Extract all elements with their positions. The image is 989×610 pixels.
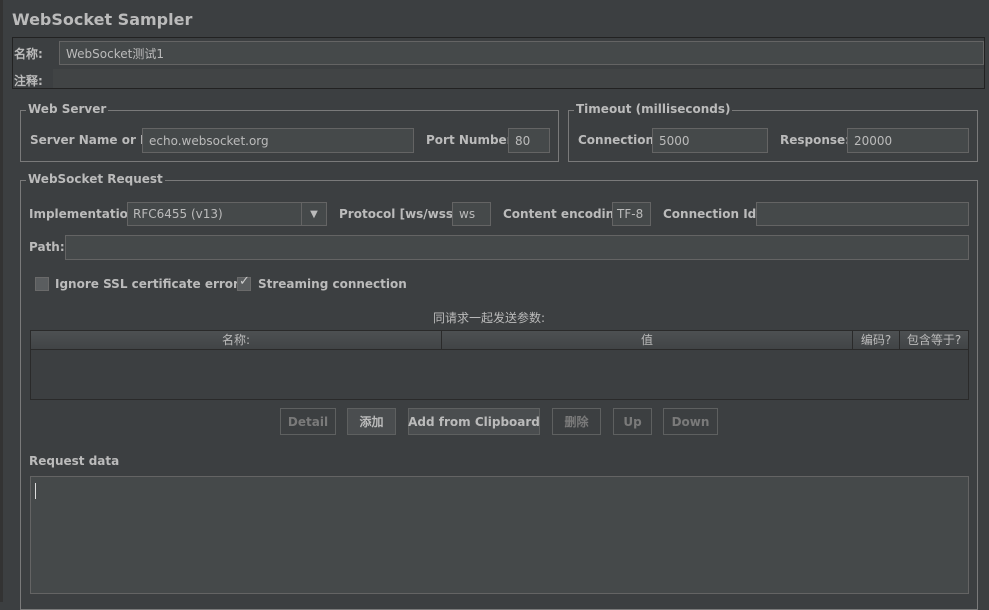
column-header-include-equals[interactable]: 包含等于? xyxy=(900,331,968,349)
implementation-select[interactable]: RFC6455 (v13) ▼ xyxy=(127,202,327,226)
implementation-label: Implementation: xyxy=(29,207,142,221)
params-title: 同请求一起发送参数: xyxy=(433,311,546,325)
add-from-clipboard-button[interactable]: Add from Clipboard xyxy=(408,408,540,435)
request-data-textarea[interactable] xyxy=(30,476,969,594)
encoding-label: Content encoding: xyxy=(503,207,628,221)
delete-button[interactable]: 删除 xyxy=(552,408,601,435)
detail-button[interactable]: Detail xyxy=(280,408,336,435)
add-button[interactable]: 添加 xyxy=(347,408,396,435)
down-button[interactable]: Down xyxy=(663,408,718,435)
connection-id-input[interactable] xyxy=(756,202,969,226)
server-input[interactable]: echo.websocket.org xyxy=(142,128,414,153)
path-label: Path: xyxy=(29,240,65,254)
column-header-encode[interactable]: 编码? xyxy=(853,331,900,349)
comment-input[interactable] xyxy=(53,69,984,88)
text-cursor xyxy=(35,483,36,499)
path-input[interactable] xyxy=(65,235,969,260)
server-label: Server Name or IP: xyxy=(30,133,159,147)
params-table: 名称: 值 编码? 包含等于? xyxy=(30,330,969,400)
comment-label: 注释: xyxy=(14,74,43,88)
streaming-label: Streaming connection xyxy=(258,277,407,291)
request-data-label: Request data xyxy=(29,454,120,468)
column-header-value[interactable]: 值 xyxy=(442,331,853,349)
ignore-ssl-label: Ignore SSL certificate errors xyxy=(55,277,247,291)
port-input[interactable]: 80 xyxy=(508,128,550,153)
checkmark-icon: ✓ xyxy=(239,274,250,289)
connection-input[interactable]: 5000 xyxy=(652,128,768,153)
page-title: WebSocket Sampler xyxy=(12,10,193,29)
left-border xyxy=(0,0,3,602)
encoding-input[interactable]: TF-8 xyxy=(612,202,651,226)
response-label: Response: xyxy=(780,133,850,147)
protocol-input[interactable]: ws xyxy=(452,202,491,226)
ignore-ssl-checkbox[interactable] xyxy=(35,277,49,291)
up-button[interactable]: Up xyxy=(613,408,652,435)
web-server-legend: Web Server xyxy=(26,102,109,116)
protocol-label: Protocol [ws/wss]: xyxy=(339,207,464,221)
timeout-legend: Timeout (milliseconds) xyxy=(574,102,733,116)
connection-label: Connection: xyxy=(578,133,659,147)
implementation-value: RFC6455 (v13) xyxy=(133,207,223,221)
dropdown-arrow-icon[interactable]: ▼ xyxy=(301,203,326,225)
response-input[interactable]: 20000 xyxy=(847,128,969,153)
port-label: Port Number: xyxy=(426,133,518,147)
name-label: 名称: xyxy=(14,47,43,61)
streaming-checkbox[interactable]: ✓ xyxy=(237,274,251,291)
websocket-request-legend: WebSocket Request xyxy=(26,172,165,186)
column-header-name[interactable]: 名称: xyxy=(31,331,442,349)
connection-id-label: Connection Id: xyxy=(663,207,762,221)
name-input[interactable]: WebSocket测试1 xyxy=(59,41,984,65)
